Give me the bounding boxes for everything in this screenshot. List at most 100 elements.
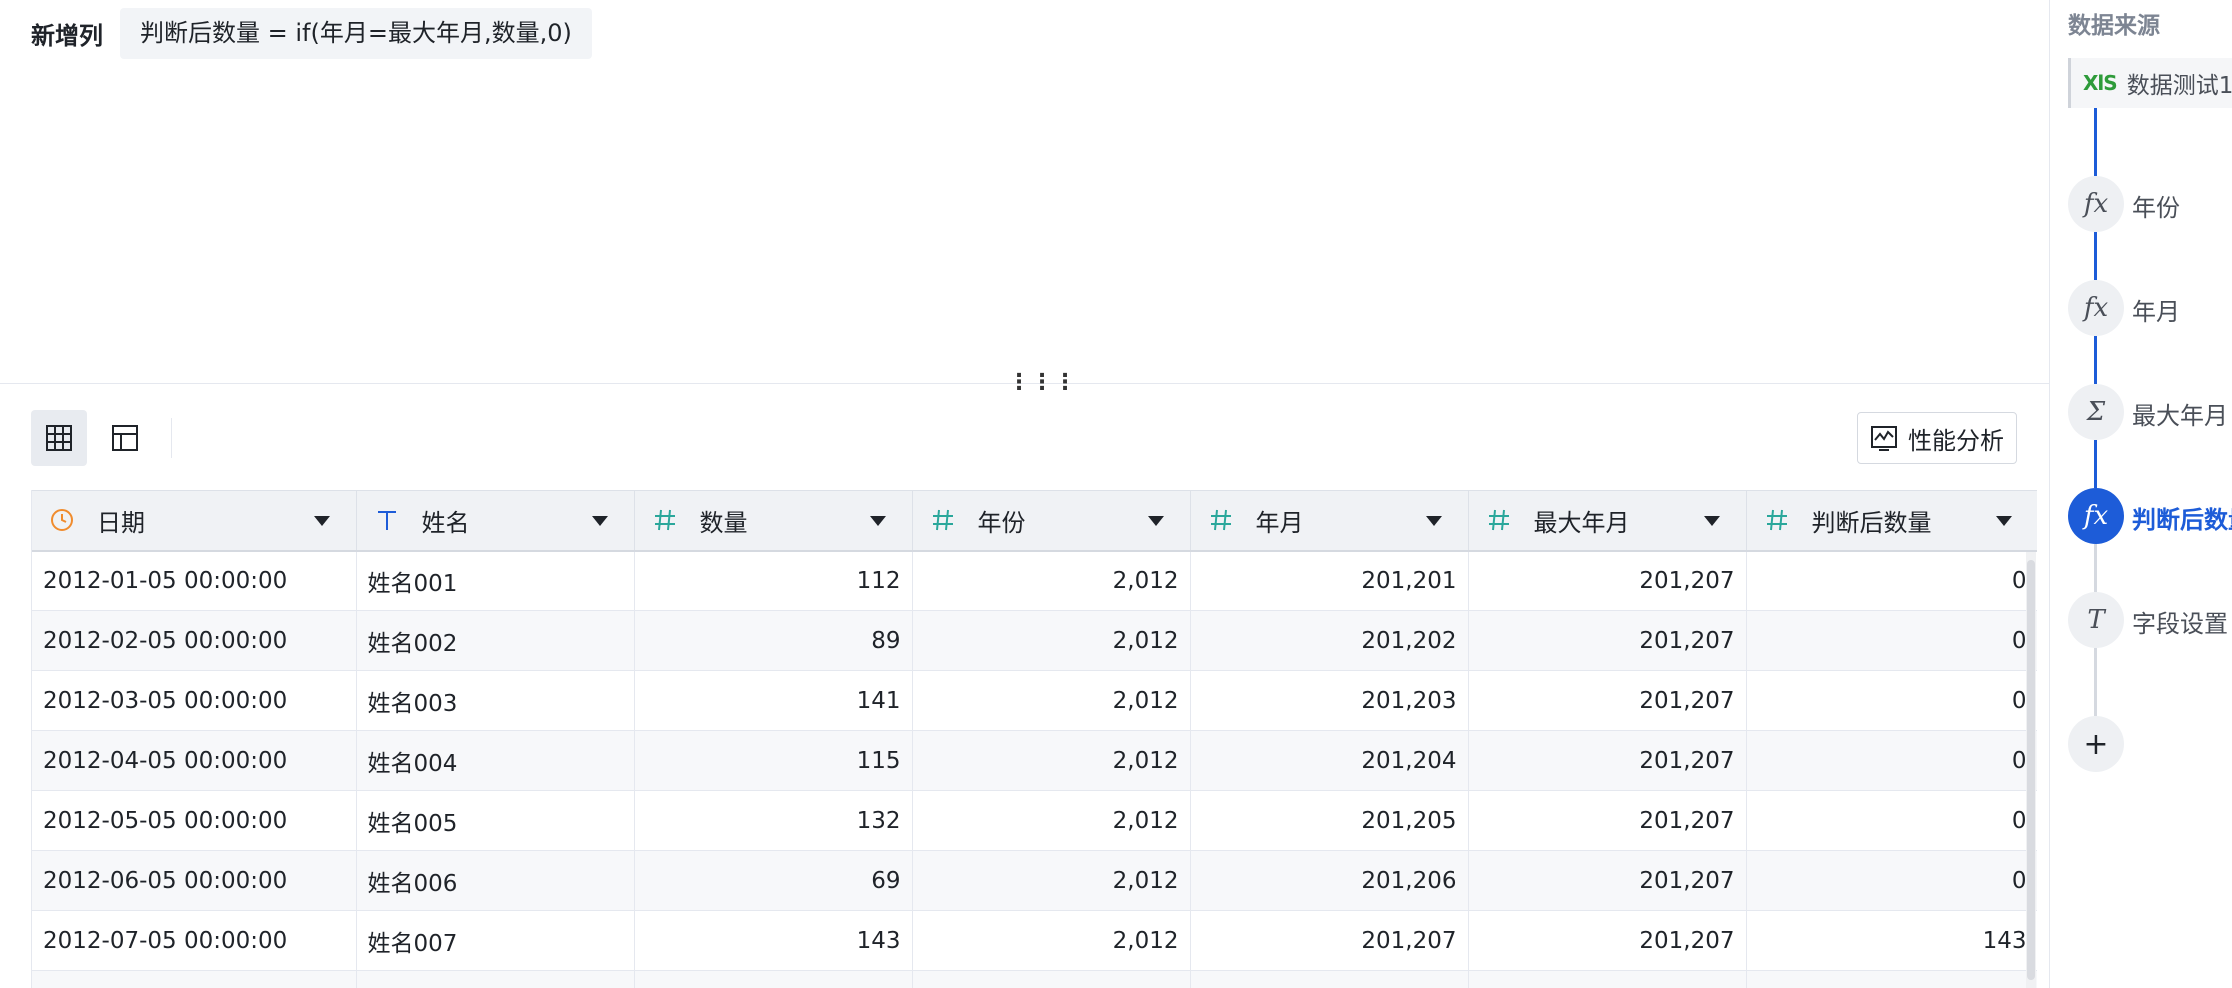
table-cell[interactable]: 姓名001 xyxy=(356,550,635,611)
field-settings-icon[interactable]: T xyxy=(2068,592,2124,648)
table-cell[interactable]: 201,204 xyxy=(1190,730,1469,791)
table-cell[interactable]: 姓名002 xyxy=(356,610,635,671)
table-cell[interactable]: 69 xyxy=(634,850,913,911)
table-cell[interactable] xyxy=(1190,970,1469,988)
column-header[interactable]: 最大年月 xyxy=(1468,490,1747,552)
table-cell[interactable]: 132 xyxy=(634,790,913,851)
pipeline-step-label[interactable]: 最大年月 xyxy=(2132,396,2228,431)
table-cell[interactable]: 姓名007 xyxy=(356,910,635,971)
table-row[interactable]: 2012-04-05 00:00:00 姓名004 115 2,012 201,204 2… xyxy=(32,730,2037,791)
formula-icon[interactable]: fx xyxy=(2068,176,2124,232)
table-cell[interactable]: 141 xyxy=(634,670,913,731)
table-scrollbar[interactable] xyxy=(2026,552,2036,988)
main-area: 新增列 判断后数量 = if(年月=最大年月,数量,0) ⋮⋮⋮ 性能分析 日期… xyxy=(0,0,2049,988)
table-cell[interactable]: 201,207 xyxy=(1468,910,1747,971)
column-header[interactable]: 年月 xyxy=(1190,490,1469,552)
table-cell[interactable]: 143 xyxy=(1746,910,2037,971)
pipeline-step-label[interactable]: 字段设置 xyxy=(2132,604,2228,639)
table-row[interactable]: 2012-07-05 00:00:00 姓名007 143 2,012 201,207 2… xyxy=(32,910,2037,971)
data-source-item[interactable]: XlS 数据测试1 xyxy=(2068,58,2232,108)
toolbar-divider xyxy=(171,418,172,458)
hash-icon xyxy=(1764,507,1790,533)
caret-down-icon[interactable] xyxy=(1995,516,2012,526)
table-row[interactable]: 姓名 xyxy=(32,970,2037,988)
table-cell[interactable] xyxy=(912,970,1191,988)
table-cell[interactable]: 143 xyxy=(634,910,913,971)
table-row[interactable]: 2012-05-05 00:00:00 姓名005 132 2,012 201,205 2… xyxy=(32,790,2037,851)
table-cell[interactable]: 201,207 xyxy=(1468,790,1747,851)
caret-down-icon[interactable] xyxy=(1147,516,1164,526)
table-cell[interactable]: 2,012 xyxy=(912,850,1191,911)
table-cell[interactable]: 2012-06-05 00:00:00 xyxy=(32,850,357,911)
caret-down-icon[interactable] xyxy=(1425,516,1442,526)
table-cell[interactable]: 2012-01-05 00:00:00 xyxy=(32,550,357,611)
resize-handle-icon[interactable]: ⋮⋮⋮ xyxy=(1008,370,1076,395)
table-cell[interactable]: 姓名005 xyxy=(356,790,635,851)
table-cell[interactable] xyxy=(1468,970,1747,988)
table-cell[interactable]: 201,203 xyxy=(1190,670,1469,731)
table-cell[interactable]: 姓名004 xyxy=(356,730,635,791)
table-cell[interactable]: 0 xyxy=(1746,790,2037,851)
table-cell[interactable] xyxy=(1746,970,2037,988)
table-cell[interactable]: 2,012 xyxy=(912,790,1191,851)
column-header[interactable]: 数量 xyxy=(634,490,913,552)
grid-view-button[interactable] xyxy=(31,410,87,466)
table-row[interactable]: 2012-01-05 00:00:00 姓名001 112 2,012 201,201 2… xyxy=(32,550,2037,611)
table-cell[interactable]: 201,205 xyxy=(1190,790,1469,851)
table-cell[interactable]: 2012-07-05 00:00:00 xyxy=(32,910,357,971)
table-row[interactable]: 2012-02-05 00:00:00 姓名002 89 2,012 201,202 20… xyxy=(32,610,2037,671)
caret-down-icon[interactable] xyxy=(869,516,886,526)
table-cell[interactable]: 2012-04-05 00:00:00 xyxy=(32,730,357,791)
table-cell[interactable]: 201,207 xyxy=(1468,850,1747,911)
add-step-button[interactable]: + xyxy=(2068,716,2124,772)
table-cell[interactable]: 115 xyxy=(634,730,913,791)
table-cell[interactable]: 2,012 xyxy=(912,670,1191,731)
table-cell[interactable]: 0 xyxy=(1746,730,2037,791)
table-cell[interactable]: 2,012 xyxy=(912,730,1191,791)
layout-view-button[interactable] xyxy=(97,410,153,466)
table-cell[interactable]: 112 xyxy=(634,550,913,611)
caret-down-icon[interactable] xyxy=(313,516,330,526)
table-cell[interactable]: 2012-03-05 00:00:00 xyxy=(32,670,357,731)
table-cell[interactable]: 201,202 xyxy=(1190,610,1469,671)
table-cell[interactable]: 201,207 xyxy=(1190,910,1469,971)
table-cell[interactable]: 2,012 xyxy=(912,610,1191,671)
table-cell[interactable]: 201,207 xyxy=(1468,550,1747,611)
table-cell[interactable]: 0 xyxy=(1746,850,2037,911)
table-cell[interactable]: 201,207 xyxy=(1468,610,1747,671)
column-header[interactable]: 判断后数量 xyxy=(1746,490,2037,552)
table-cell[interactable] xyxy=(634,970,913,988)
table-cell[interactable]: 姓名003 xyxy=(356,670,635,731)
table-cell[interactable]: 0 xyxy=(1746,550,2037,611)
formula-icon[interactable]: fx xyxy=(2068,280,2124,336)
column-header[interactable]: 日期 xyxy=(32,490,357,552)
table-cell[interactable]: 2,012 xyxy=(912,550,1191,611)
table-cell[interactable]: 201,207 xyxy=(1468,670,1747,731)
performance-analysis-button[interactable]: 性能分析 xyxy=(1857,412,2017,464)
table-cell[interactable]: 2012-02-05 00:00:00 xyxy=(32,610,357,671)
table-cell[interactable]: 姓名 xyxy=(356,970,635,988)
table-cell[interactable]: 2,012 xyxy=(912,910,1191,971)
caret-down-icon[interactable] xyxy=(1703,516,1720,526)
formula-icon[interactable]: fx xyxy=(2068,488,2124,544)
table-cell[interactable]: 0 xyxy=(1746,670,2037,731)
column-header[interactable]: 姓名 xyxy=(356,490,635,552)
table-cell[interactable]: 2012-05-05 00:00:00 xyxy=(32,790,357,851)
table-cell[interactable]: 姓名006 xyxy=(356,850,635,911)
table-cell[interactable]: 201,207 xyxy=(1468,730,1747,791)
column-header[interactable]: 年份 xyxy=(912,490,1191,552)
sum-icon[interactable]: Σ xyxy=(2068,384,2124,440)
table-cell[interactable]: 0 xyxy=(1746,610,2037,671)
caret-down-icon[interactable] xyxy=(591,516,608,526)
table-cell[interactable]: 201,201 xyxy=(1190,550,1469,611)
pipeline-step-label[interactable]: 年月 xyxy=(2132,292,2180,327)
table-row[interactable]: 2012-06-05 00:00:00 姓名006 69 2,012 201,206 20… xyxy=(32,850,2037,911)
scrollbar-thumb[interactable] xyxy=(2027,560,2035,980)
pipeline-step-label[interactable]: 年份 xyxy=(2132,188,2180,223)
table-cell[interactable]: 201,206 xyxy=(1190,850,1469,911)
formula-expression[interactable]: 判断后数量 = if(年月=最大年月,数量,0) xyxy=(120,8,592,59)
table-cell[interactable] xyxy=(32,970,357,988)
pipeline-step-label[interactable]: 判断后数量 xyxy=(2132,500,2232,535)
table-row[interactable]: 2012-03-05 00:00:00 姓名003 141 2,012 201,203 2… xyxy=(32,670,2037,731)
table-cell[interactable]: 89 xyxy=(634,610,913,671)
